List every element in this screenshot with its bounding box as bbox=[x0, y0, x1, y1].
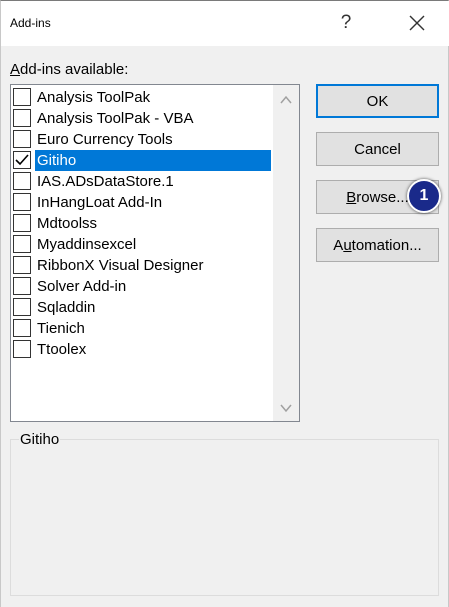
list-item[interactable]: Ttoolex bbox=[11, 339, 273, 360]
list-item[interactable]: Analysis ToolPak - VBA bbox=[11, 108, 273, 129]
list-item[interactable]: RibbonX Visual Designer bbox=[11, 255, 273, 276]
add-in-label: Myaddinsexcel bbox=[37, 236, 137, 253]
list-item[interactable]: InHangLoat Add-In bbox=[11, 192, 273, 213]
step-number-badge: 1 bbox=[407, 179, 441, 213]
add-in-checkbox[interactable] bbox=[13, 298, 31, 316]
list-item[interactable]: Mdtoolss bbox=[11, 213, 273, 234]
list-item[interactable]: Analysis ToolPak bbox=[11, 87, 273, 108]
list-item[interactable]: Sqladdin bbox=[11, 297, 273, 318]
title-bar: Add-ins ? bbox=[1, 1, 449, 46]
add-in-label: Solver Add-in bbox=[37, 278, 127, 295]
add-in-checkbox[interactable] bbox=[13, 151, 31, 169]
chevron-up-icon[interactable] bbox=[277, 91, 295, 109]
list-item[interactable]: Solver Add-in bbox=[11, 276, 273, 297]
list-item[interactable]: Euro Currency Tools bbox=[11, 129, 273, 150]
add-ins-available-label: Add-ins available: bbox=[10, 61, 129, 78]
add-in-label: Analysis ToolPak - VBA bbox=[37, 110, 194, 127]
list-item[interactable]: IAS.ADsDataStore.1 bbox=[11, 171, 273, 192]
add-in-checkbox[interactable] bbox=[13, 319, 31, 337]
add-in-label: Analysis ToolPak bbox=[37, 89, 151, 106]
vertical-scrollbar[interactable] bbox=[273, 85, 299, 421]
add-in-label: Euro Currency Tools bbox=[37, 131, 173, 148]
window-title: Add-ins bbox=[10, 16, 51, 30]
add-in-label: InHangLoat Add-In bbox=[37, 194, 163, 211]
add-in-label: Mdtoolss bbox=[37, 215, 98, 232]
cancel-button[interactable]: Cancel bbox=[316, 132, 439, 166]
list-item[interactable]: Tienich bbox=[11, 318, 273, 339]
add-in-checkbox[interactable] bbox=[13, 214, 31, 232]
close-button[interactable] bbox=[397, 5, 437, 41]
add-ins-dialog: Add-ins ? Add-ins available: Analysis To… bbox=[0, 0, 449, 607]
chevron-down-icon[interactable] bbox=[277, 399, 295, 417]
add-in-checkbox[interactable] bbox=[13, 109, 31, 127]
add-in-checkbox[interactable] bbox=[13, 130, 31, 148]
list-item[interactable]: Gitiho bbox=[11, 150, 273, 171]
add-in-label: IAS.ADsDataStore.1 bbox=[37, 173, 174, 190]
add-in-checkbox[interactable] bbox=[13, 88, 31, 106]
description-groupbox bbox=[10, 439, 439, 596]
add-in-checkbox[interactable] bbox=[13, 340, 31, 358]
list-item[interactable]: Myaddinsexcel bbox=[11, 234, 273, 255]
add-in-label: Sqladdin bbox=[37, 299, 96, 316]
add-in-checkbox[interactable] bbox=[13, 277, 31, 295]
add-in-checkbox[interactable] bbox=[13, 235, 31, 253]
add-in-label: RibbonX Visual Designer bbox=[37, 257, 204, 274]
help-button[interactable]: ? bbox=[331, 5, 361, 41]
add-in-label: Ttoolex bbox=[37, 341, 87, 358]
add-in-checkbox[interactable] bbox=[13, 256, 31, 274]
close-icon bbox=[409, 15, 425, 31]
description-title: Gitiho bbox=[19, 431, 61, 448]
add-in-label: Gitiho bbox=[35, 150, 271, 171]
add-in-checkbox[interactable] bbox=[13, 193, 31, 211]
automation-button[interactable]: Au tomation... bbox=[316, 228, 439, 262]
ok-button[interactable]: OK bbox=[316, 84, 439, 118]
add-ins-list: Analysis ToolPak Analysis ToolPak - VBA Eu… bbox=[11, 87, 273, 360]
checkmark-icon bbox=[15, 154, 29, 166]
add-in-label: Tienich bbox=[37, 320, 85, 337]
add-ins-listbox[interactable]: Analysis ToolPak Analysis ToolPak - VBA Eu… bbox=[10, 84, 300, 422]
add-in-checkbox[interactable] bbox=[13, 172, 31, 190]
